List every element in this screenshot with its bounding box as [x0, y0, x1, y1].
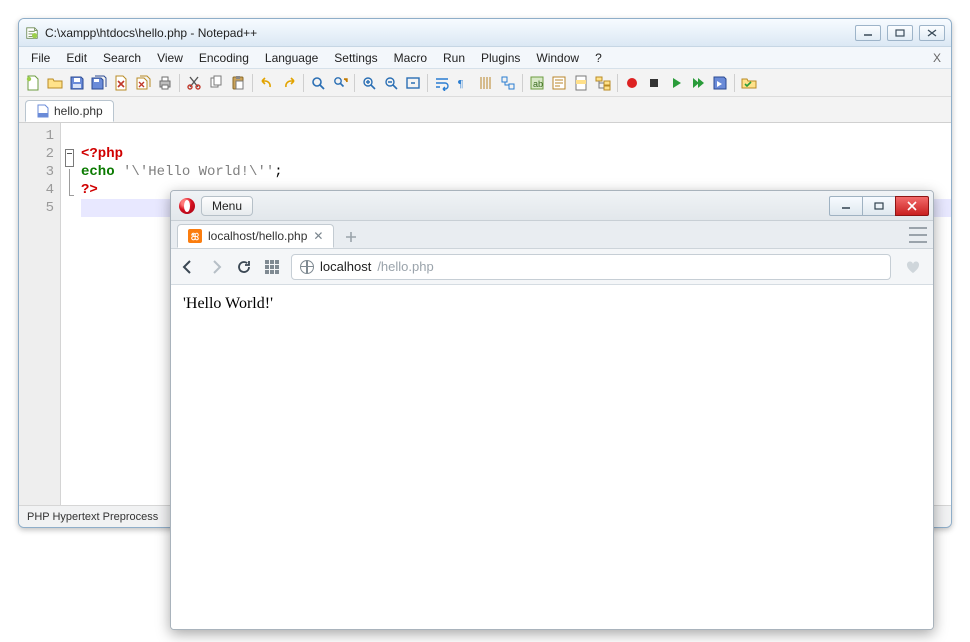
menubar-hide-x[interactable]: X: [927, 51, 947, 65]
folder-tree-icon[interactable]: [593, 73, 613, 93]
svg-text:¶: ¶: [458, 78, 463, 90]
fold-column[interactable]: [61, 123, 77, 505]
maximize-button[interactable]: [887, 25, 913, 41]
copy-icon[interactable]: [206, 73, 226, 93]
menu-language[interactable]: Language: [257, 48, 326, 68]
file-tab-hello[interactable]: hello.php: [25, 100, 114, 122]
separator-icon: [522, 74, 523, 92]
menu-encoding[interactable]: Encoding: [191, 48, 257, 68]
panel-toggle-icon[interactable]: [909, 227, 927, 243]
reload-button[interactable]: [235, 258, 253, 276]
menubar: File Edit Search View Encoding Language …: [19, 47, 951, 69]
menu-view[interactable]: View: [149, 48, 191, 68]
user-lang-icon[interactable]: ab: [527, 73, 547, 93]
play-multi-macro-icon[interactable]: [688, 73, 708, 93]
back-button[interactable]: [179, 258, 197, 276]
tab-close-icon[interactable]: ✕: [313, 229, 323, 243]
print-icon[interactable]: [155, 73, 175, 93]
line-number-gutter: 12345: [19, 123, 61, 505]
menu-edit[interactable]: Edit: [58, 48, 95, 68]
notepad-app-icon: [25, 26, 39, 40]
separator-icon: [734, 74, 735, 92]
new-tab-button[interactable]: [340, 228, 362, 246]
function-list-icon[interactable]: [549, 73, 569, 93]
address-bar[interactable]: localhost/hello.php: [291, 254, 891, 280]
browser-toolbar: localhost/hello.php: [171, 249, 933, 285]
speed-dial-button[interactable]: [263, 258, 281, 276]
zoom-in-icon[interactable]: [359, 73, 379, 93]
replace-icon[interactable]: [330, 73, 350, 93]
address-path: /hello.php: [377, 259, 433, 274]
separator-icon: [252, 74, 253, 92]
zoom-out-icon[interactable]: [381, 73, 401, 93]
browser-tab[interactable]: ஐ localhost/hello.php ✕: [177, 224, 334, 248]
browser-viewport[interactable]: 'Hello World!': [171, 285, 933, 629]
show-all-chars-icon[interactable]: ¶: [454, 73, 474, 93]
browser-close-button[interactable]: [895, 196, 929, 216]
redo-icon[interactable]: [279, 73, 299, 93]
xampp-favicon-icon: ஐ: [188, 229, 202, 243]
code-line: <?php: [81, 145, 951, 163]
address-host: localhost: [320, 259, 371, 274]
indent-guide-icon[interactable]: [476, 73, 496, 93]
spell-check-icon[interactable]: [739, 73, 759, 93]
record-macro-icon[interactable]: [622, 73, 642, 93]
zoom-fit-icon[interactable]: [403, 73, 423, 93]
menu-window[interactable]: Window: [528, 48, 587, 68]
menu-file[interactable]: File: [23, 48, 58, 68]
separator-icon: [427, 74, 428, 92]
separator-icon: [303, 74, 304, 92]
separator-icon: [617, 74, 618, 92]
undo-icon[interactable]: [257, 73, 277, 93]
svg-text:ab: ab: [533, 79, 543, 89]
save-all-icon[interactable]: [89, 73, 109, 93]
page-output-text: 'Hello World!': [183, 295, 273, 312]
browser-minimize-button[interactable]: [829, 196, 863, 216]
find-icon[interactable]: [308, 73, 328, 93]
save-macro-icon[interactable]: [710, 73, 730, 93]
browser-tab-label: localhost/hello.php: [208, 229, 307, 243]
browser-menu-button[interactable]: Menu: [201, 196, 253, 216]
word-wrap-icon[interactable]: [432, 73, 452, 93]
separator-icon: [179, 74, 180, 92]
forward-button[interactable]: [207, 258, 225, 276]
play-macro-icon[interactable]: [666, 73, 686, 93]
close-button[interactable]: [919, 25, 945, 41]
separator-icon: [354, 74, 355, 92]
window-title: C:\xampp\htdocs\hello.php - Notepad++: [45, 26, 257, 40]
browser-window: Menu ஐ localhost/hello.php ✕: [170, 190, 934, 630]
bookmark-heart-button[interactable]: [901, 255, 925, 279]
file-tab-label: hello.php: [54, 104, 103, 118]
save-icon[interactable]: [67, 73, 87, 93]
browser-titlebar[interactable]: Menu: [171, 191, 933, 221]
paste-icon[interactable]: [228, 73, 248, 93]
code-line: echo '\'Hello World!\'';: [81, 163, 951, 181]
menu-help[interactable]: ?: [587, 48, 610, 68]
doc-map-icon[interactable]: [571, 73, 591, 93]
show-fold-icon[interactable]: [498, 73, 518, 93]
close-all-icon[interactable]: [133, 73, 153, 93]
new-file-icon[interactable]: [23, 73, 43, 93]
status-language: PHP Hypertext Preprocess: [27, 511, 158, 523]
menu-run[interactable]: Run: [435, 48, 473, 68]
menu-search[interactable]: Search: [95, 48, 149, 68]
code-line: [81, 127, 951, 145]
menu-settings[interactable]: Settings: [326, 48, 385, 68]
browser-maximize-button[interactable]: [862, 196, 896, 216]
stop-macro-icon[interactable]: [644, 73, 664, 93]
file-tabstrip: hello.php: [19, 97, 951, 123]
minimize-button[interactable]: [855, 25, 881, 41]
notepad-titlebar[interactable]: C:\xampp\htdocs\hello.php - Notepad++: [19, 19, 951, 47]
file-icon: [36, 104, 50, 118]
close-file-icon[interactable]: [111, 73, 131, 93]
cut-icon[interactable]: [184, 73, 204, 93]
globe-icon: [300, 260, 314, 274]
open-folder-icon[interactable]: [45, 73, 65, 93]
menu-macro[interactable]: Macro: [386, 48, 435, 68]
fold-toggle-icon[interactable]: [65, 149, 74, 167]
opera-logo-icon: [179, 198, 195, 214]
toolbar: ¶ ab: [19, 69, 951, 97]
browser-tabstrip: ஐ localhost/hello.php ✕: [171, 221, 933, 249]
menu-plugins[interactable]: Plugins: [473, 48, 528, 68]
